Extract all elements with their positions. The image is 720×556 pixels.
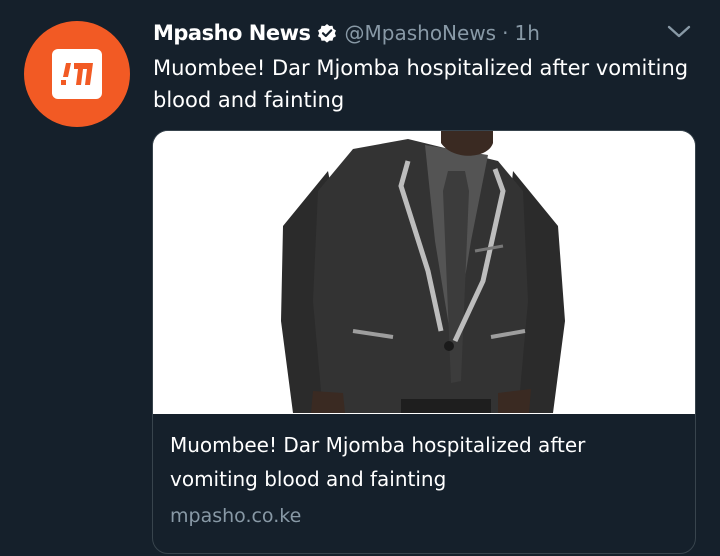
card-title[interactable]: Muombee! Dar Mjomba hospitalized after v…	[170, 428, 670, 496]
verified-badge-icon	[317, 23, 337, 43]
card-image[interactable]	[153, 131, 695, 414]
chevron-down-icon[interactable]	[666, 22, 692, 42]
author-handle[interactable]: @MpashoNews	[345, 21, 497, 45]
author-avatar[interactable]	[24, 21, 130, 127]
tweet-timestamp[interactable]: 1h	[514, 21, 539, 45]
link-card[interactable]: Muombee! Dar Mjomba hospitalized after v…	[152, 130, 696, 554]
separator-dot: ·	[502, 21, 509, 45]
author-name[interactable]: Mpasho News	[153, 21, 311, 45]
mpasho-logo-icon	[52, 49, 102, 99]
tweet-header: Mpasho News @MpashoNews · 1h	[153, 18, 540, 48]
tweet[interactable]: Mpasho News @MpashoNews · 1h Muombee! Da…	[0, 0, 720, 556]
tweet-text: Muombee! Dar Mjomba hospitalized after v…	[153, 56, 689, 112]
card-domain: mpasho.co.ke	[170, 505, 302, 527]
